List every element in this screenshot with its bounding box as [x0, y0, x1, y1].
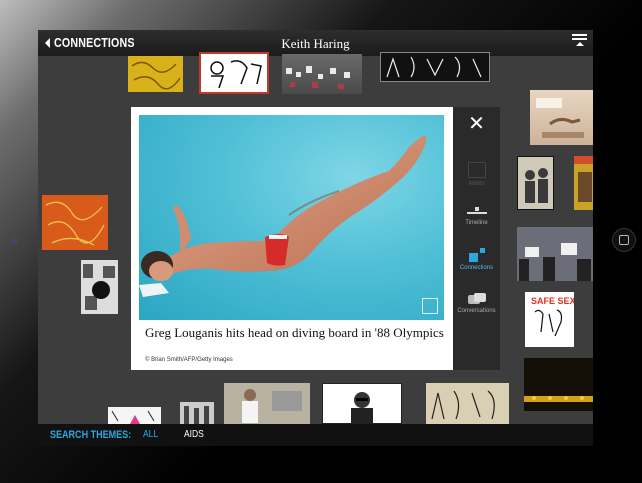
photo-thumbnail[interactable] [81, 260, 118, 314]
search-themes-bar: SEARCH THEMES: ALL AIDS [38, 424, 593, 446]
photo-thumbnail[interactable] [524, 358, 593, 411]
sidebar-item-conversations[interactable]: Conversations [453, 293, 500, 314]
sidebar-item-label: Connections [459, 265, 494, 271]
timeline-icon [466, 207, 487, 217]
app-screen: CONNECTIONS Keith Haring SAFE SEX! Greg … [38, 30, 593, 446]
photo-thumbnail[interactable] [282, 54, 362, 94]
front-camera [12, 238, 18, 244]
menu-icon[interactable] [572, 34, 587, 50]
safe-sex-artwork-thumbnail[interactable]: SAFE SEX! [525, 292, 579, 347]
artwork-thumbnail[interactable] [199, 52, 269, 94]
artwork-thumbnail[interactable] [380, 52, 490, 82]
home-button[interactable] [612, 228, 636, 252]
top-bar: CONNECTIONS Keith Haring [38, 30, 593, 56]
photo-thumbnail[interactable] [180, 402, 214, 424]
sidebar-item-label: Timeline [465, 220, 488, 226]
photo-thumbnail[interactable] [517, 156, 554, 210]
safe-sex-text: SAFE SEX! [531, 296, 574, 306]
featured-photo[interactable] [139, 115, 444, 320]
photo-thumbnail[interactable] [517, 227, 593, 281]
image-detail-modal: Greg Louganis hits head on diving board … [131, 107, 453, 370]
sidebar-item-label: Conversations [457, 308, 496, 314]
close-icon[interactable]: ✕ [453, 111, 500, 136]
artwork-thumbnail[interactable] [42, 195, 108, 250]
connections-icon [468, 248, 485, 262]
sidebar-item-timeline[interactable]: Timeline [453, 207, 500, 226]
easel-icon [467, 162, 486, 178]
photo-credit: © Brian Smith/AFP/Getty Images [145, 357, 233, 363]
search-themes-label: SEARCH THEMES: [50, 429, 132, 441]
modal-sidebar: ✕ Artists Timeline Connections Conversat… [453, 107, 500, 370]
artwork-thumbnail[interactable] [426, 383, 509, 424]
conversations-icon [467, 293, 486, 305]
sidebar-item-artists[interactable]: Artists [453, 162, 500, 187]
photo-thumbnail[interactable] [322, 383, 402, 424]
artwork-thumbnail[interactable] [108, 407, 161, 424]
sidebar-item-label: Artists [468, 181, 485, 187]
photo-thumbnail[interactable] [530, 90, 593, 145]
theme-aids[interactable]: AIDS [184, 429, 204, 440]
theme-all[interactable]: ALL [143, 429, 158, 440]
artwork-thumbnail[interactable] [128, 56, 183, 92]
expand-icon[interactable] [422, 298, 438, 314]
photo-thumbnail[interactable] [224, 383, 310, 424]
page-title: Keith Haring [281, 36, 350, 51]
magazine-thumbnail[interactable] [574, 156, 593, 210]
sidebar-item-connections[interactable]: Connections [453, 248, 500, 271]
photo-caption: Greg Louganis hits head on diving board … [145, 325, 444, 340]
